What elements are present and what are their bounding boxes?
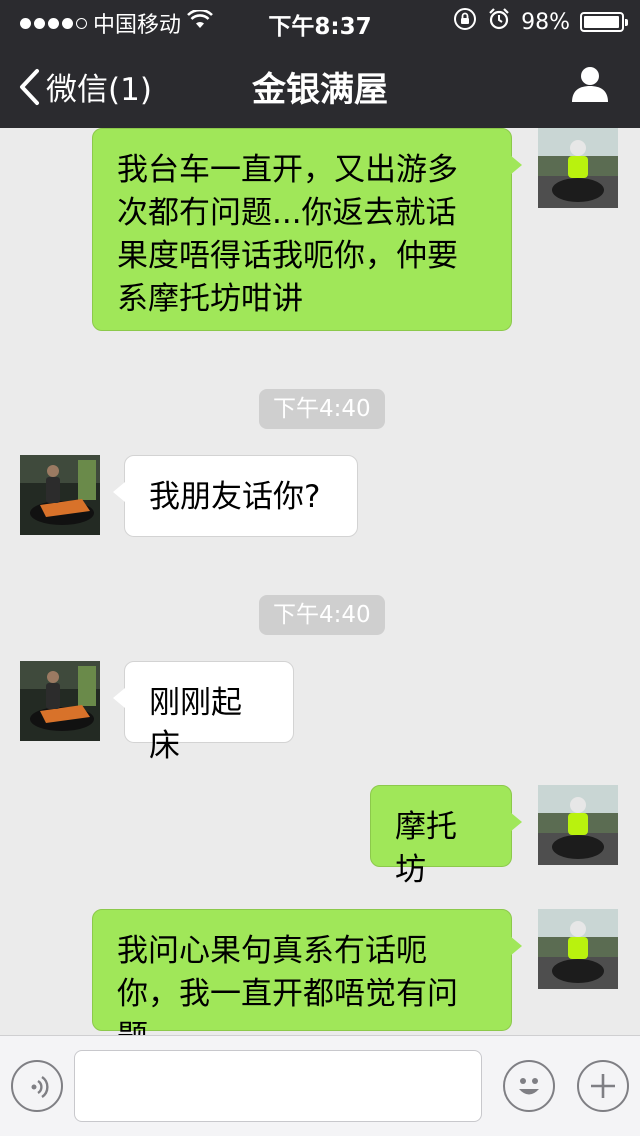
battery-percent: 98% — [521, 9, 570, 35]
message-text: 我朋友话你? — [149, 479, 321, 515]
chat-title: 金银满屋 — [252, 70, 388, 110]
person-icon[interactable] — [570, 64, 610, 108]
input-bar — [0, 1035, 640, 1136]
nav-bar: 微信(1) 金银满屋 — [0, 40, 640, 128]
my-avatar[interactable] — [538, 909, 618, 989]
rotation-lock-icon — [453, 7, 477, 37]
message-bubble-sent[interactable]: 我问心果句真系冇话呃你，我一直开都唔觉有问题 — [92, 909, 522, 1036]
emoji-button[interactable] — [503, 1060, 555, 1112]
message-bubble-sent[interactable]: 我台车一直开，又出游多次都冇问题...你返去就话果度唔得话我呃你，仲要系摩托坊咁… — [92, 128, 522, 331]
battery-icon — [580, 12, 628, 32]
message-bubble-received[interactable]: 刚刚起床 — [113, 661, 294, 764]
message-text: 我台车一直开，又出游多次都冇问题...你返去就话果度唔得话我呃你，仲要系摩托坊咁… — [117, 152, 458, 317]
message-text: 刚刚起床 — [149, 685, 242, 764]
my-avatar[interactable] — [538, 128, 618, 208]
plus-icon — [587, 1070, 619, 1106]
chat-messages[interactable]: 我台车一直开，又出游多次都冇问题...你返去就话果度唔得话我呃你，仲要系摩托坊咁… — [0, 128, 640, 1036]
contact-avatar[interactable] — [20, 661, 100, 741]
voice-button[interactable] — [11, 1060, 63, 1112]
more-button[interactable] — [577, 1060, 629, 1112]
status-right: 98% — [453, 7, 628, 37]
voice-icon — [23, 1072, 53, 1106]
message-timestamp: 下午4:40 — [259, 595, 385, 635]
emoji-icon — [511, 1068, 547, 1108]
message-timestamp: 下午4:40 — [259, 389, 385, 429]
message-text: 我问心果句真系冇话呃你，我一直开都唔觉有问题 — [117, 933, 458, 1036]
message-bubble-received[interactable]: 我朋友话你? — [113, 455, 358, 537]
contact-avatar[interactable] — [20, 455, 100, 535]
status-bar: 中国移动 下午8:37 98% — [0, 0, 640, 40]
my-avatar[interactable] — [538, 785, 618, 865]
message-input[interactable] — [74, 1050, 482, 1122]
message-bubble-sent[interactable]: 摩托坊 — [370, 785, 522, 888]
message-text: 摩托坊 — [395, 809, 457, 888]
alarm-icon — [487, 7, 511, 37]
header: 中国移动 下午8:37 98% 微信(1) 金银满屋 — [0, 0, 640, 128]
